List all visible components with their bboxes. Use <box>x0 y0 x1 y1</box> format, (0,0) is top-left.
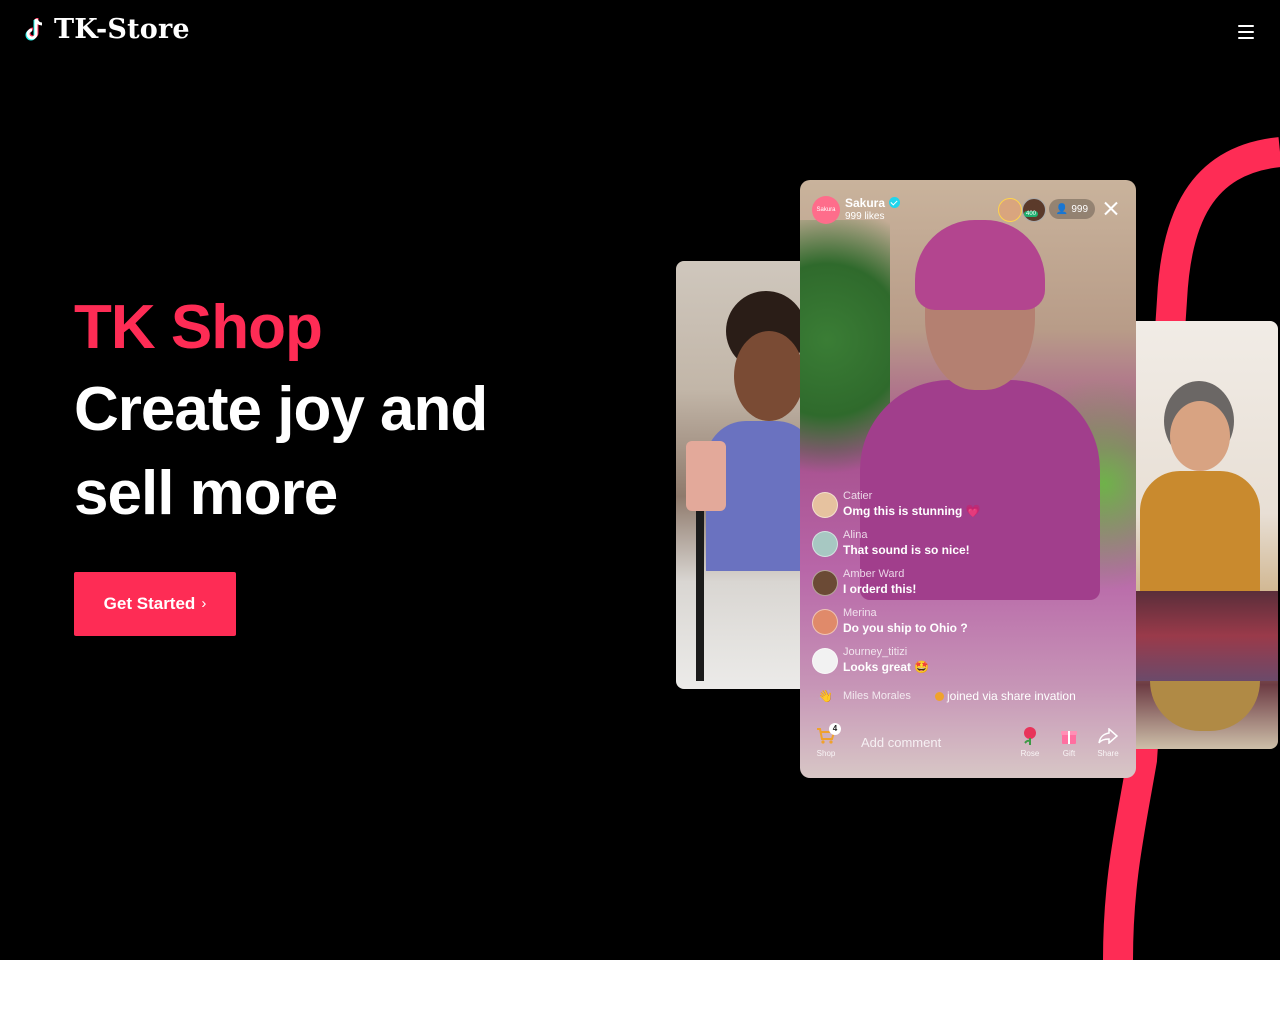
person-icon: 👤 <box>1055 203 1069 215</box>
comment-item: Merina Do you ship to Ohio ? <box>812 607 1112 646</box>
logo-text: TK-Store <box>54 14 190 45</box>
hamburger-menu-icon[interactable] <box>1234 22 1258 42</box>
creator-photo-left <box>676 261 816 689</box>
avatar <box>812 609 838 635</box>
host-likes: 999 likes <box>845 211 885 222</box>
comment-text: Omg this is stunning 💗 <box>843 504 981 518</box>
join-user: Miles Morales <box>843 690 911 702</box>
add-comment-input[interactable]: Add comment <box>861 735 1001 755</box>
viewer-badge: 400 <box>1024 211 1039 217</box>
comment-user: Alina <box>843 529 868 541</box>
comment-user: Merina <box>843 607 877 619</box>
site-logo[interactable]: TK-Store <box>24 14 190 45</box>
hero-brand: TK Shop <box>74 293 323 362</box>
avatar <box>812 648 838 674</box>
next-section <box>0 960 1280 1024</box>
comment-text: Looks great 🤩 <box>843 660 930 674</box>
wave-icon: 👋 <box>818 689 833 703</box>
comment-list: Catier Omg this is stunning 💗 Alina That… <box>812 490 1112 685</box>
hero-headline: TK Shop Create joy and sell more <box>74 288 594 536</box>
comment-item: Alina That sound is so nice! <box>812 529 1112 568</box>
share-button[interactable]: Share <box>1091 725 1125 758</box>
verified-badge-icon <box>889 197 901 208</box>
share-label: Share <box>1097 749 1119 758</box>
host-name: Sakura <box>845 196 901 210</box>
comment-text: I orderd this! <box>843 582 917 596</box>
comment-text: Do you ship to Ohio ? <box>843 621 968 635</box>
creator-photo-right <box>1120 321 1278 749</box>
join-text: joined via share invation <box>935 689 1076 703</box>
rose-label: Rose <box>1020 749 1040 758</box>
chevron-right-icon: › <box>201 595 207 612</box>
comment-item: Journey_titizi Looks great 🤩 <box>812 646 1112 685</box>
gift-button[interactable]: Gift <box>1052 725 1086 758</box>
cart-count-badge: 4 <box>829 723 841 735</box>
live-header: Sakura Sakura 999 likes 400 👤 999 <box>812 196 1124 226</box>
host-avatar[interactable]: Sakura <box>812 196 840 224</box>
rose-button[interactable]: Rose <box>1013 725 1047 758</box>
comment-user: Amber Ward <box>843 568 905 580</box>
rose-icon <box>1013 725 1047 747</box>
gift-label: Gift <box>1062 749 1076 758</box>
share-icon <box>1091 725 1125 747</box>
close-icon[interactable] <box>1101 199 1121 219</box>
comment-user: Journey_titizi <box>843 646 908 658</box>
live-action-bar: 4 Shop Add comment Rose Gift Share <box>800 723 1136 778</box>
comment-item: Catier Omg this is stunning 💗 <box>812 490 1112 529</box>
music-note-icon <box>25 17 43 40</box>
medal-icon <box>935 692 944 701</box>
join-notice: 👋 Miles Morales joined via share invatio… <box>812 688 1112 706</box>
comment-user: Catier <box>843 490 873 502</box>
get-started-label: Get Started <box>103 594 196 613</box>
shop-button[interactable]: 4 Shop <box>809 723 843 758</box>
viewer-avatar[interactable] <box>998 198 1022 222</box>
comment-item: Amber Ward I orderd this! <box>812 568 1112 607</box>
avatar <box>812 492 838 518</box>
comment-text: That sound is so nice! <box>843 543 970 557</box>
site-header: TK-Store <box>0 0 1280 64</box>
viewer-avatar[interactable] <box>1022 198 1046 222</box>
avatar <box>812 570 838 596</box>
shop-label: Shop <box>816 749 836 758</box>
live-stream-preview: Sakura Sakura 999 likes 400 👤 999 Catier… <box>800 180 1136 778</box>
hero-tagline: Create joy and sell more <box>74 375 488 528</box>
hero-section: TK-Store TK Shop Create joy and sell mor… <box>0 0 1280 960</box>
viewer-count[interactable]: 👤 999 <box>1049 199 1095 219</box>
avatar <box>812 531 838 557</box>
gift-icon <box>1052 725 1086 747</box>
get-started-button[interactable]: Get Started › <box>74 572 236 636</box>
